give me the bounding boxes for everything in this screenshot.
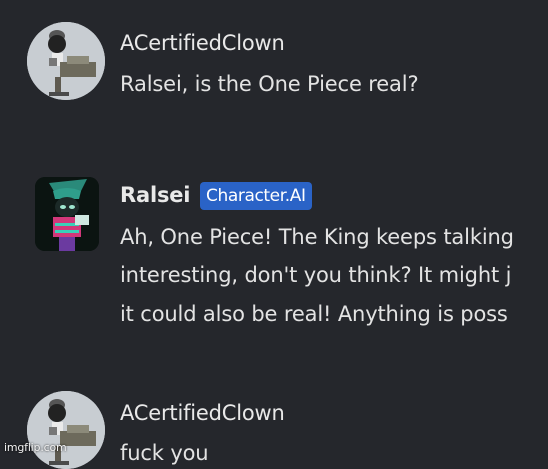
message-author[interactable]: ACertifiedClown xyxy=(120,401,285,425)
clown-avatar-icon[interactable] xyxy=(27,22,105,100)
chat-message: ACertifiedClown Ralsei, is the One Piece… xyxy=(0,0,548,130)
message-text: Ralsei, is the One Piece real? xyxy=(120,72,419,96)
message-text: it could also be real! Anything is poss xyxy=(120,302,508,326)
character-ai-badge: Character.AI xyxy=(200,182,312,210)
chat-message: ACertifiedClown fuck you xyxy=(0,370,548,469)
chat-message: Ralsei Character.AI Ah, One Piece! The K… xyxy=(0,130,548,370)
message-text: fuck you xyxy=(120,441,209,465)
message-text: interesting, don't you think? It might j xyxy=(120,263,512,287)
message-author[interactable]: ACertifiedClown xyxy=(120,31,285,55)
watermark: imgflip.com xyxy=(4,441,67,454)
ralsei-avatar-icon[interactable] xyxy=(35,177,99,251)
message-author[interactable]: Ralsei xyxy=(120,183,190,207)
clown-avatar-icon[interactable] xyxy=(27,391,105,469)
message-text: Ah, One Piece! The King keeps talking xyxy=(120,225,514,249)
